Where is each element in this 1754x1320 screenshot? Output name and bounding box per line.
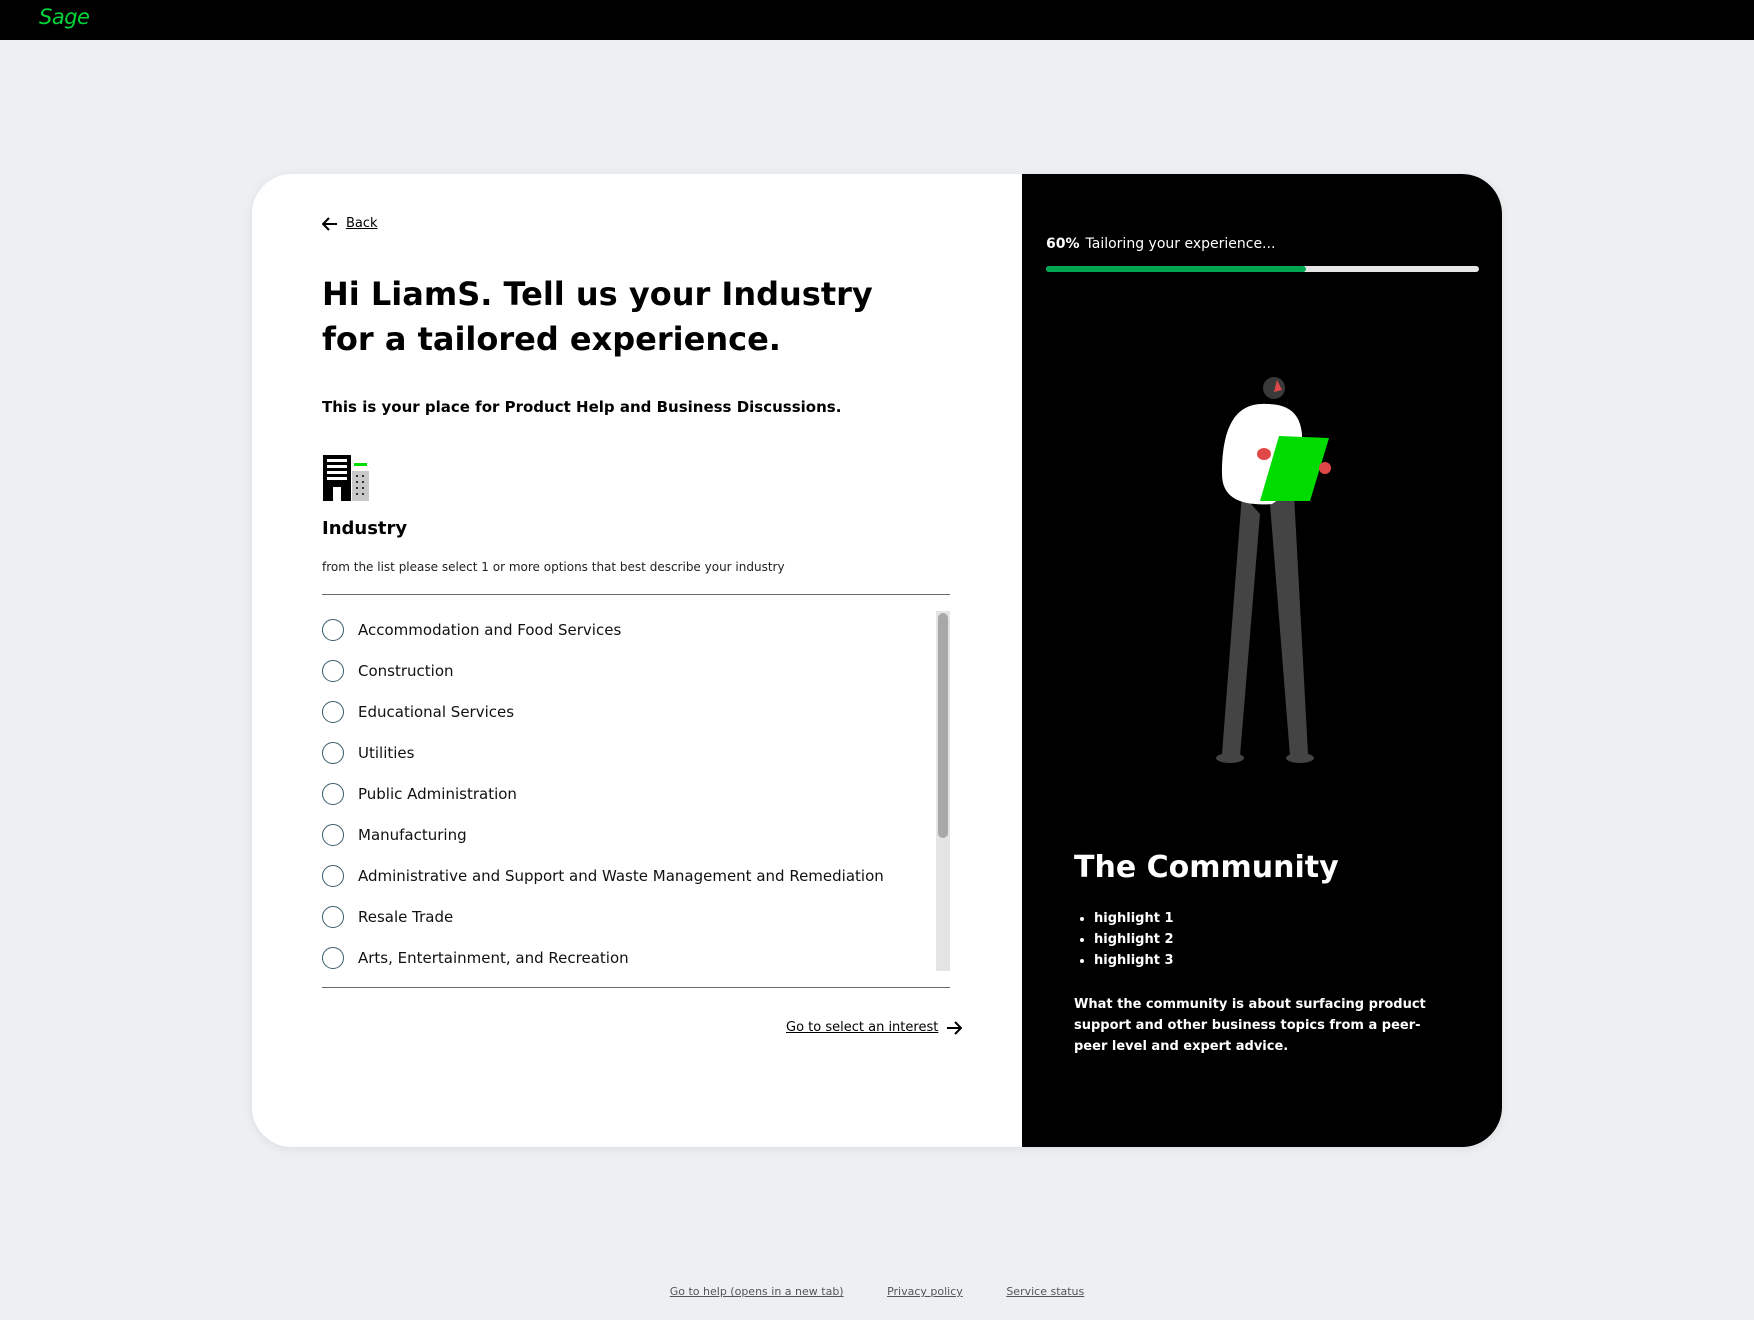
radio-button[interactable] [322,659,344,682]
industry-option[interactable]: Administrative and Support and Waste Man… [322,855,922,896]
community-description: What the community is about surfacing pr… [1074,997,1426,1054]
option-label: Public Administration [358,784,517,803]
highlight-item: highlight 2 [1094,929,1174,950]
community-panel: 60% Tailoring your experience... The Comm… [1022,174,1502,1147]
scrollbar-thumb[interactable] [938,613,948,838]
industry-option[interactable]: Utilities [322,732,922,773]
help-link[interactable]: Go to help (opens in a new tab) [670,1285,844,1298]
back-label: Back [346,216,378,231]
radio-button[interactable] [322,946,344,969]
industry-option[interactable]: Educational Services [322,691,922,732]
option-label: Manufacturing [358,825,467,844]
radio-button[interactable] [322,741,344,764]
arrow-left-icon [322,216,337,231]
progress-bar [1046,266,1479,272]
top-bar: Sage [0,0,1754,40]
next-step-link[interactable]: Go to select an interest [786,1020,963,1035]
option-label: Arts, Entertainment, and Recreation [358,948,629,967]
service-status-link[interactable]: Service status [1006,1285,1084,1298]
industry-option[interactable]: Accommodation and Food Services [322,609,922,650]
highlight-item: highlight 3 [1094,950,1174,971]
industry-option[interactable]: Arts, Entertainment, and Recreation [322,937,922,978]
option-label: Administrative and Support and Waste Man… [358,866,884,885]
radio-button[interactable] [322,823,344,846]
progress-status: 60% Tailoring your experience... [1046,236,1275,252]
highlight-item: highlight 1 [1094,908,1174,929]
privacy-policy-link[interactable]: Privacy policy [887,1285,963,1298]
page-subtitle: This is your place for Product Help and … [322,398,842,416]
industry-description: from the list please select 1 or more op… [322,560,785,574]
onboarding-card: Back Hi LiamS. Tell us your Industry for… [252,174,1502,1147]
radio-button[interactable] [322,864,344,887]
progress-bar-fill [1046,266,1306,272]
industry-option[interactable]: Public Administration [322,773,922,814]
industry-option[interactable]: Manufacturing [322,814,922,855]
community-title: The Community [1074,850,1339,885]
building-icon [323,455,369,501]
arrow-right-icon [947,1020,963,1035]
option-label: Resale Trade [358,907,454,926]
radio-button[interactable] [322,905,344,928]
progress-text: Tailoring your experience... [1085,236,1276,252]
option-label: Accommodation and Food Services [358,620,622,639]
option-label: Construction [358,661,454,680]
footer: Go to help (opens in a new tab) Privacy … [0,1285,1754,1298]
industry-heading: Industry [322,518,408,539]
community-highlights: highlight 1 highlight 2 highlight 3 [1074,908,1174,971]
option-label: Educational Services [358,702,515,721]
industry-options-list: Accommodation and Food Services Construc… [322,594,950,988]
radio-button[interactable] [322,782,344,805]
industry-option[interactable]: Construction [322,650,922,691]
industry-form-panel: Back Hi LiamS. Tell us your Industry for… [252,174,1022,1147]
person-illustration [1216,377,1331,763]
radio-button[interactable] [322,618,344,641]
list-scrollbar[interactable] [936,611,950,971]
option-label: Utilities [358,743,415,762]
back-link[interactable]: Back [322,216,378,231]
radio-button[interactable] [322,700,344,723]
sage-logo[interactable]: Sage [39,5,90,29]
page-title: Hi LiamS. Tell us your Industry for a ta… [322,275,873,358]
progress-percent: 60% [1046,236,1080,252]
industry-option[interactable]: Resale Trade [322,896,922,937]
next-step-label: Go to select an interest [786,1020,939,1035]
